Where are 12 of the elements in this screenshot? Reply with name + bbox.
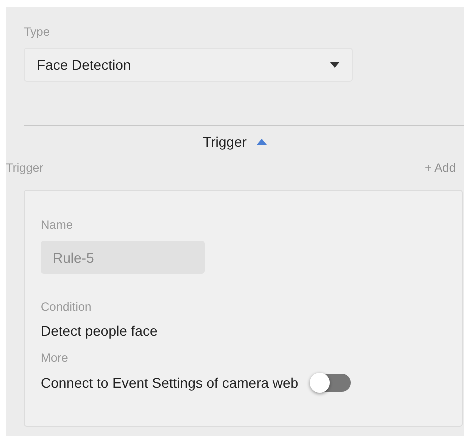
field-label: Name bbox=[41, 218, 74, 232]
section-title: Trigger bbox=[203, 134, 247, 150]
type-dropdown[interactable]: Face Detection bbox=[24, 48, 353, 82]
field-label: Condition bbox=[41, 300, 93, 314]
section-label: Trigger bbox=[6, 161, 44, 175]
toggle-switch[interactable] bbox=[310, 374, 351, 392]
condition-text: Detect people face bbox=[41, 323, 159, 339]
field-label: More bbox=[41, 351, 70, 365]
caret-icon bbox=[330, 62, 340, 68]
field-label: Type bbox=[24, 25, 52, 39]
collapse-icon[interactable] bbox=[256, 139, 267, 145]
toggle-label: Connect to Event Settings of camera web bbox=[41, 375, 299, 391]
